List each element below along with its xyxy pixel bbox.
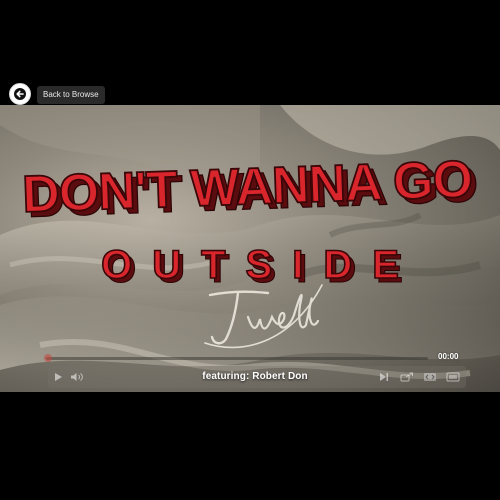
play-icon[interactable] <box>52 371 64 383</box>
embed-icon[interactable] <box>423 371 437 383</box>
progress-handle[interactable] <box>44 354 52 362</box>
bottom-bar <box>0 392 500 500</box>
next-track-icon[interactable] <box>378 371 390 383</box>
back-arrow-icon[interactable] <box>9 83 31 105</box>
share-icon[interactable] <box>400 371 414 383</box>
video-artwork: DON'T WANNA GO DON'T WANNA GO OUTSIDE OU… <box>0 105 500 380</box>
featuring-text: featuring: Robert Don <box>202 371 308 382</box>
time-display: 00:00 <box>438 352 459 361</box>
progress-bar[interactable] <box>46 357 428 360</box>
fullscreen-icon[interactable] <box>446 371 460 383</box>
title-line2: OUTSIDE <box>101 243 419 287</box>
video-frame[interactable]: DON'T WANNA GO DON'T WANNA GO OUTSIDE OU… <box>0 105 500 392</box>
volume-icon[interactable] <box>70 371 84 383</box>
back-to-browse-button[interactable]: Back to Browse <box>37 86 105 104</box>
